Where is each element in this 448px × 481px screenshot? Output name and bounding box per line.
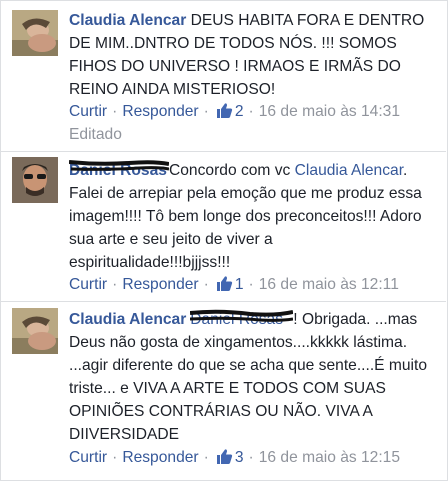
comment-actions: Curtir · Responder · 1 · 16 de maio às 12:11 bbox=[69, 274, 399, 299]
comment-text-block: Claudia Alencar DEUS HABITA FORA E DENTR… bbox=[69, 9, 435, 101]
like-button[interactable]: Curtir bbox=[69, 103, 107, 120]
comment-text-block: Daniel Rosas Concordo com vc Claudia Alen… bbox=[69, 159, 435, 274]
author-name[interactable]: Claudia Alencar bbox=[69, 12, 186, 29]
timestamp[interactable]: 16 de maio às 12:15 bbox=[259, 449, 400, 466]
avatar[interactable] bbox=[12, 308, 58, 354]
reply-button[interactable]: Responder bbox=[122, 276, 198, 293]
comment-text-prefix: Concordo com vc bbox=[169, 162, 295, 179]
like-count[interactable]: 2 bbox=[235, 103, 244, 120]
redacted-mention: Daniel Rosas bbox=[190, 308, 294, 328]
reply-button[interactable]: Responder bbox=[122, 103, 198, 120]
like-button[interactable]: Curtir bbox=[69, 276, 107, 293]
like-count[interactable]: 1 bbox=[235, 276, 244, 293]
timestamp[interactable]: 16 de maio às 12:11 bbox=[259, 276, 399, 293]
timestamp[interactable]: 16 de maio às 14:31 bbox=[259, 103, 400, 120]
like-button[interactable]: Curtir bbox=[69, 449, 107, 466]
avatar[interactable] bbox=[12, 10, 58, 56]
avatar[interactable] bbox=[12, 157, 58, 203]
divider bbox=[0, 301, 446, 302]
author-name[interactable]: Claudia Alencar bbox=[69, 311, 186, 328]
comment-actions: Curtir · Responder · 2 · 16 de maio às 14:31 bbox=[69, 101, 400, 126]
redacted-author: Daniel Rosas bbox=[69, 159, 169, 179]
reply-button[interactable]: Responder bbox=[122, 449, 198, 466]
comment-text: ! Obrigada. ...mas Deus não gosta de xin… bbox=[69, 311, 428, 443]
comment-text-block: Claudia Alencar Daniel Rosas! Obrigada. .… bbox=[69, 308, 435, 446]
edited-label[interactable]: Editado bbox=[69, 124, 122, 146]
like-count[interactable]: 3 bbox=[235, 449, 244, 466]
thumbs-up-icon[interactable] bbox=[216, 275, 233, 299]
divider bbox=[0, 151, 446, 152]
mention-link[interactable]: Claudia Alencar bbox=[295, 162, 403, 179]
thumbs-up-icon[interactable] bbox=[216, 448, 233, 472]
thumbs-up-icon[interactable] bbox=[216, 102, 233, 126]
comment-actions: Curtir · Responder · 3 · 16 de maio às 12:15 bbox=[69, 447, 400, 472]
